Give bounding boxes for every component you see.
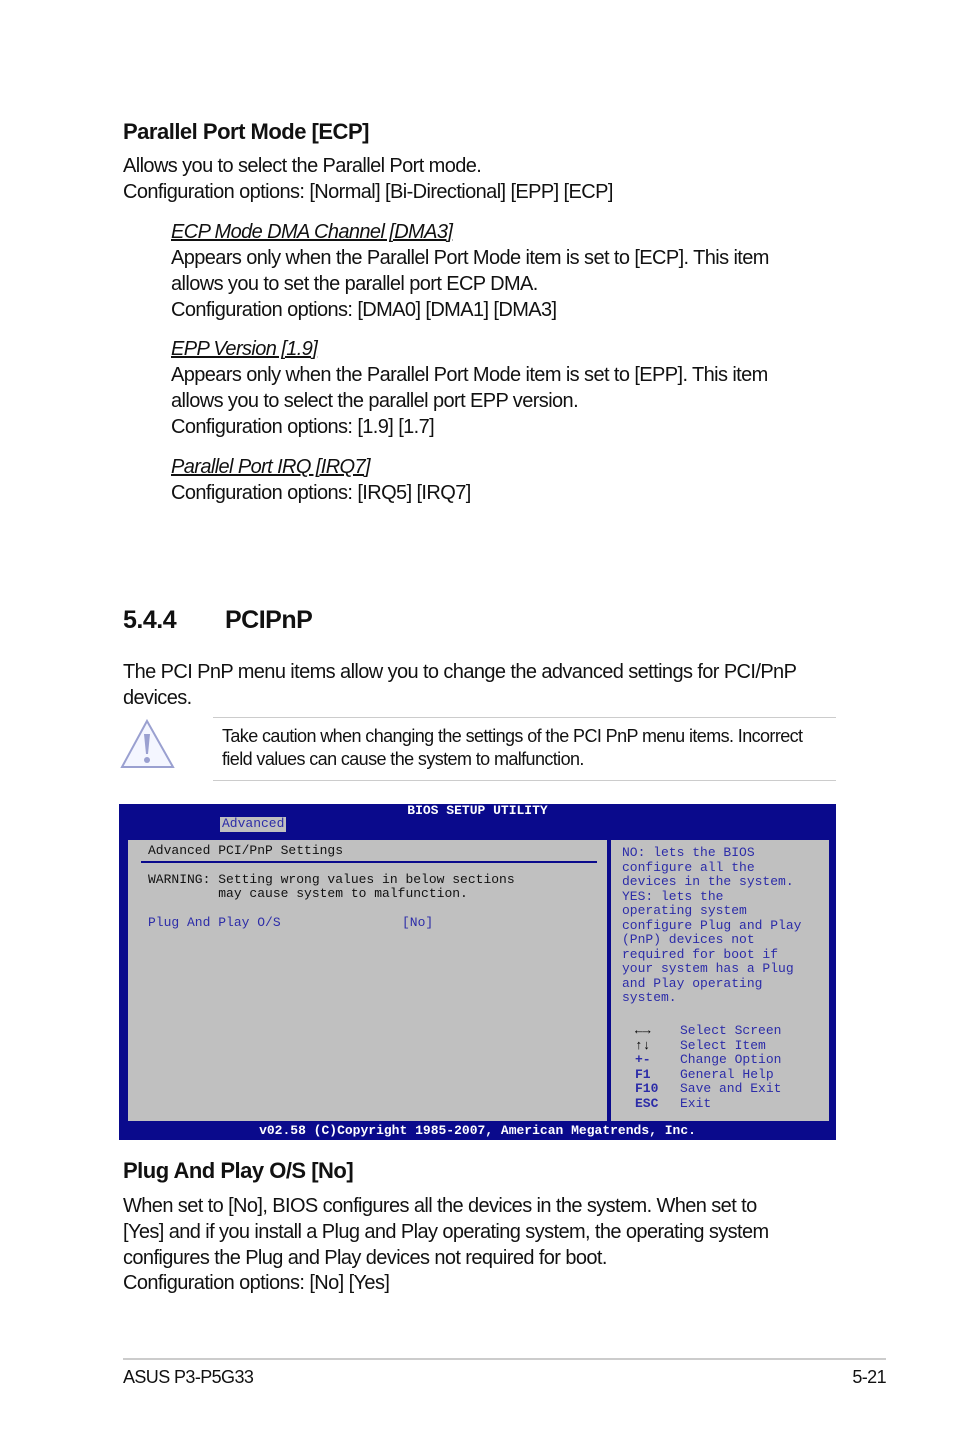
heading-underline [141, 861, 597, 863]
paragraph: [Yes] and if you install a Plug and Play… [123, 1221, 769, 1243]
paragraph: Allows you to select the Parallel Port m… [123, 155, 482, 177]
bios-footer: v02.58 (C)Copyright 1985-2007, American … [259, 1123, 696, 1138]
plug-and-play-os-value[interactable]: [No] [402, 915, 433, 931]
paragraph: Configuration options: [IRQ5] [IRQ7] [171, 482, 471, 504]
key-action: Select Screen [680, 1023, 782, 1038]
paragraph: allows you to set the parallel port ECP … [171, 273, 538, 295]
warning-triangle-icon [120, 718, 175, 768]
help-line: your system has a Plug [622, 961, 794, 976]
section-title: PCIPnP [225, 606, 313, 634]
help-line: and Play operating [622, 975, 763, 991]
divider [213, 780, 836, 781]
heading-parallel-port-mode: Parallel Port Mode [ECP] [123, 119, 369, 144]
divider [213, 717, 836, 718]
key-action: Exit [680, 1095, 712, 1111]
subheading-irq: Parallel Port IRQ [IRQ7] [171, 456, 371, 478]
key-name: ↑↓ [635, 1037, 651, 1053]
bios-panel: Advanced PCI/PnP Settings WARNING: Setti… [126, 838, 831, 1123]
help-line: devices in the system. [622, 874, 794, 889]
caution-text: field values can cause the system to mal… [222, 749, 584, 769]
footer-page-number: 5-21 [852, 1367, 886, 1387]
footer-rule [123, 1358, 886, 1360]
key-name: ←→ [635, 1023, 651, 1038]
paragraph: Configuration options: [DMA0] [DMA1] [DM… [171, 299, 557, 321]
key-name: F10 [635, 1081, 659, 1096]
key-action: Save and Exit [680, 1081, 782, 1096]
paragraph: Configuration options: [1.9] [1.7] [171, 416, 435, 438]
key-action: Change Option [680, 1052, 782, 1067]
bios-screenshot: BIOS SETUP UTILITY Advanced Advanced PCI… [119, 803, 836, 1140]
plug-and-play-os-label[interactable]: Plug And Play O/S [148, 915, 281, 931]
subheading-epp: EPP Version [1.9] [171, 338, 318, 360]
help-line: (PnP) devices not [622, 932, 755, 947]
warning-text: may cause system to malfunction. [148, 886, 468, 901]
key-name: ESC [635, 1095, 659, 1111]
heading-plug-and-play: Plug And Play O/S [No] [123, 1158, 354, 1183]
key-name: F1 [635, 1066, 651, 1082]
paragraph: Appears only when the Parallel Port Mode… [171, 364, 768, 386]
paragraph: Configuration options: [No] [Yes] [123, 1272, 390, 1294]
paragraph: configures the Plug and Play devices not… [123, 1247, 607, 1269]
paragraph: devices. [123, 687, 192, 709]
subheading-ecp: ECP Mode DMA Channel [DMA3] [171, 221, 453, 243]
help-line: NO: lets the BIOS [622, 845, 755, 860]
key-action: General Help [680, 1066, 774, 1082]
caution-text: Take caution when changing the settings … [222, 726, 803, 746]
paragraph: Configuration options: [Normal] [Bi-Dire… [123, 181, 613, 203]
help-line: configure all the [622, 859, 755, 875]
help-line: operating system [622, 903, 747, 918]
key-action: Select Item [680, 1037, 766, 1053]
tab-advanced[interactable]: Advanced [220, 816, 287, 832]
help-line: configure Plug and Play [622, 917, 802, 933]
help-line: required for boot if [622, 946, 779, 962]
key-name: +- [635, 1052, 651, 1067]
manual-page: Parallel Port Mode [ECP] Allows you to s… [0, 0, 954, 1438]
section-number: 5.4.4 [123, 606, 177, 634]
footer-model: ASUS P3-P5G33 [123, 1367, 254, 1387]
paragraph: When set to [No], BIOS configures all th… [123, 1195, 757, 1217]
paragraph: Appears only when the Parallel Port Mode… [171, 247, 769, 269]
help-line: system. [622, 990, 677, 1005]
settings-heading: Advanced PCI/PnP Settings [148, 843, 344, 858]
paragraph: The PCI PnP menu items allow you to chan… [123, 661, 797, 683]
paragraph: allows you to select the parallel port E… [171, 390, 579, 412]
help-line: YES: lets the [622, 888, 724, 904]
